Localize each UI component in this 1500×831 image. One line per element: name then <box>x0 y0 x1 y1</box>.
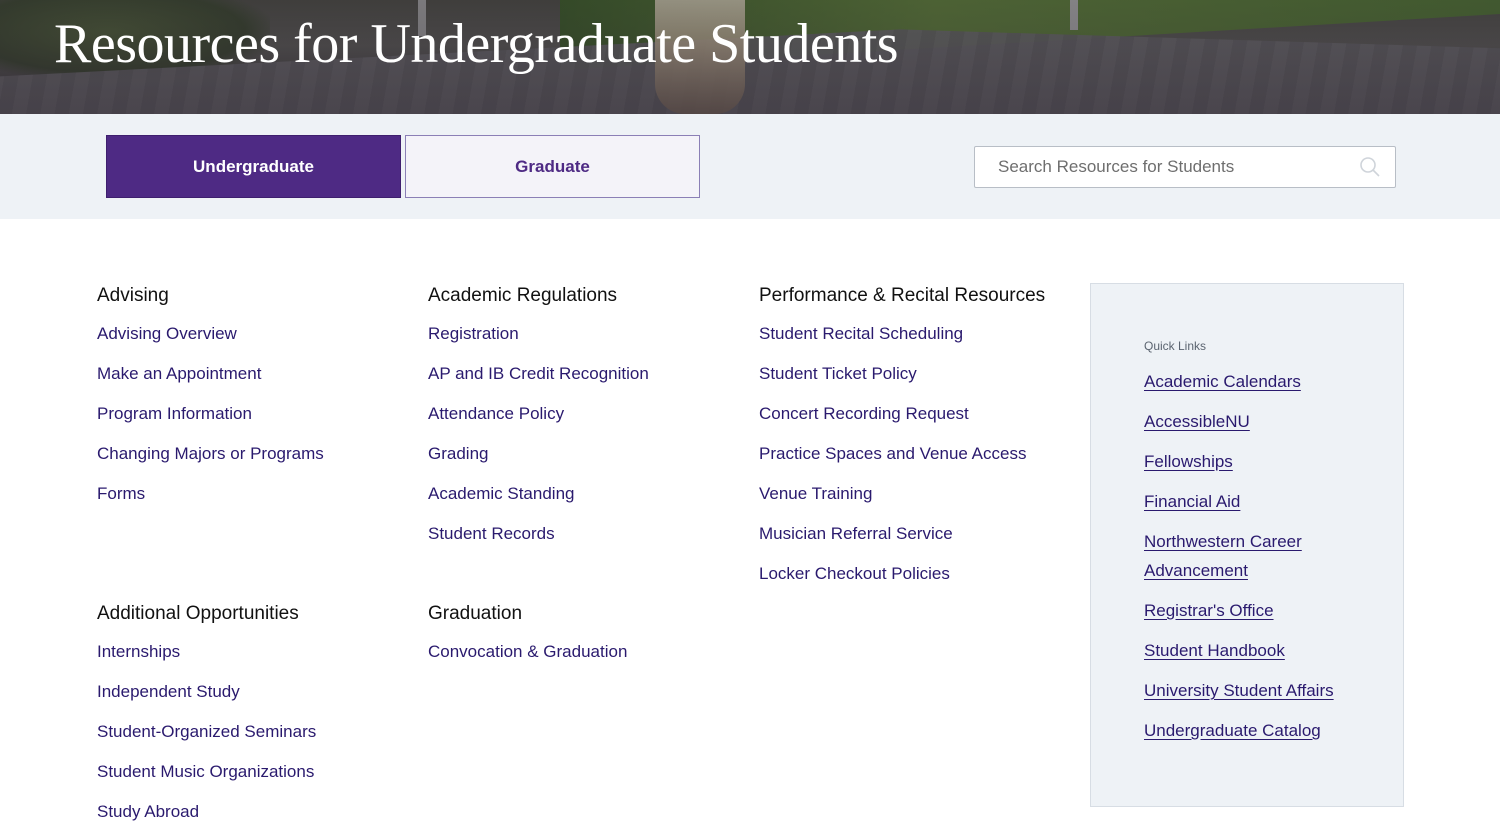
section-graduation: Graduation Convocation & Graduation <box>428 602 748 681</box>
link-list: Registration AP and IB Credit Recognitio… <box>428 323 748 545</box>
section-performance-resources: Performance & Recital Resources Student … <box>759 284 1079 603</box>
quick-link-financial-aid[interactable]: Financial Aid <box>1144 492 1240 511</box>
list-item: University Student Affairs <box>1144 676 1384 705</box>
link-make-appointment[interactable]: Make an Appointment <box>97 363 417 385</box>
section-heading: Advising <box>97 285 169 306</box>
quick-link-student-handbook[interactable]: Student Handbook <box>1144 641 1285 660</box>
tab-graduate[interactable]: Graduate <box>405 135 700 198</box>
section-heading: Additional Opportunities <box>97 603 299 624</box>
link-list: Advising Overview Make an Appointment Pr… <box>97 323 417 505</box>
link-ticket-policy[interactable]: Student Ticket Policy <box>759 363 1079 385</box>
link-list: Convocation & Graduation <box>428 641 748 663</box>
list-item: Northwestern Career Advancement <box>1144 527 1384 585</box>
section-advising: Advising Advising Overview Make an Appoi… <box>97 284 417 523</box>
link-music-organizations[interactable]: Student Music Organizations <box>97 761 417 783</box>
list-item: AccessibleNU <box>1144 407 1384 436</box>
section-additional-opportunities: Additional Opportunities Internships Ind… <box>97 602 417 831</box>
student-level-tabs: Undergraduate Graduate <box>0 114 1500 219</box>
link-academic-standing[interactable]: Academic Standing <box>428 483 748 505</box>
link-attendance-policy[interactable]: Attendance Policy <box>428 403 748 425</box>
quick-link-accessiblenu[interactable]: AccessibleNU <box>1144 412 1250 431</box>
list-item: Undergraduate Catalog <box>1144 716 1384 745</box>
quick-link-student-affairs[interactable]: University Student Affairs <box>1144 681 1334 700</box>
link-internships[interactable]: Internships <box>97 641 417 663</box>
link-locker-checkout[interactable]: Locker Checkout Policies <box>759 563 1079 585</box>
link-list: Internships Independent Study Student-Or… <box>97 641 417 823</box>
list-item: Financial Aid <box>1144 487 1384 516</box>
link-venue-training[interactable]: Venue Training <box>759 483 1079 505</box>
quick-link-registrars-office[interactable]: Registrar's Office <box>1144 601 1274 620</box>
quick-link-fellowships[interactable]: Fellowships <box>1144 452 1233 471</box>
link-student-seminars[interactable]: Student-Organized Seminars <box>97 721 417 743</box>
link-musician-referral[interactable]: Musician Referral Service <box>759 523 1079 545</box>
page-title: Resources for Undergraduate Students <box>54 13 899 75</box>
link-advising-overview[interactable]: Advising Overview <box>97 323 417 345</box>
quick-link-career-advancement[interactable]: Northwestern Career Advancement <box>1144 532 1302 580</box>
list-item: Student Handbook <box>1144 636 1384 665</box>
link-forms[interactable]: Forms <box>97 483 417 505</box>
link-list: Student Recital Scheduling Student Ticke… <box>759 323 1079 585</box>
link-program-information[interactable]: Program Information <box>97 403 417 425</box>
list-item: Fellowships <box>1144 447 1384 476</box>
link-changing-majors[interactable]: Changing Majors or Programs <box>97 443 417 465</box>
list-item: Academic Calendars <box>1144 367 1384 396</box>
link-study-abroad[interactable]: Study Abroad <box>97 801 417 823</box>
search-icon[interactable] <box>1359 156 1381 178</box>
link-independent-study[interactable]: Independent Study <box>97 681 417 703</box>
quick-link-academic-calendars[interactable]: Academic Calendars <box>1144 372 1301 391</box>
tab-undergraduate[interactable]: Undergraduate <box>106 135 401 198</box>
quick-links-list: Academic Calendars AccessibleNU Fellowsh… <box>1144 367 1384 756</box>
link-practice-spaces[interactable]: Practice Spaces and Venue Access <box>759 443 1079 465</box>
section-heading: Graduation <box>428 603 523 624</box>
quick-link-undergraduate-catalog[interactable]: Undergraduate Catalog <box>1144 721 1321 740</box>
section-heading: Performance & Recital Resources <box>759 285 1046 306</box>
link-recital-scheduling[interactable]: Student Recital Scheduling <box>759 323 1079 345</box>
link-concert-recording[interactable]: Concert Recording Request <box>759 403 1079 425</box>
search-box <box>974 146 1396 188</box>
section-heading: Academic Regulations <box>428 285 618 306</box>
link-student-records[interactable]: Student Records <box>428 523 748 545</box>
section-academic-regulations: Academic Regulations Registration AP and… <box>428 284 748 563</box>
link-registration[interactable]: Registration <box>428 323 748 345</box>
list-item: Registrar's Office <box>1144 596 1384 625</box>
link-ap-ib-credit[interactable]: AP and IB Credit Recognition <box>428 363 748 385</box>
link-grading[interactable]: Grading <box>428 443 748 465</box>
quick-links-title: Quick Links <box>1144 339 1207 353</box>
link-convocation-graduation[interactable]: Convocation & Graduation <box>428 641 748 663</box>
hero-banner: Resources for Undergraduate Students <box>0 0 1500 114</box>
quick-links-panel: Quick Links Academic Calendars Accessibl… <box>1090 283 1404 807</box>
search-input[interactable] <box>975 147 1355 187</box>
